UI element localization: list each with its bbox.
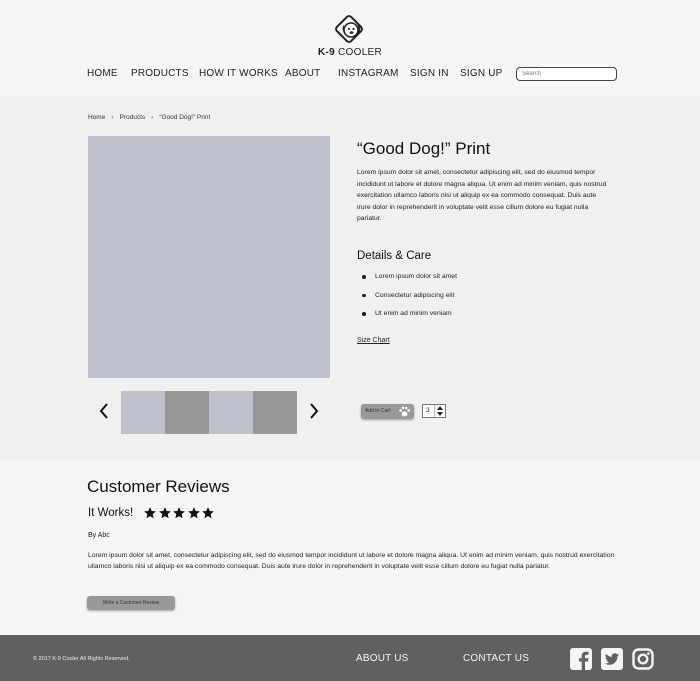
quantity-stepper[interactable]: 3 [422, 404, 446, 418]
product-thumbnail[interactable] [121, 391, 165, 434]
chevron-left-icon[interactable] [97, 401, 111, 421]
breadcrumb-home[interactable]: Home [88, 114, 105, 121]
chevron-right-icon: › [111, 114, 114, 121]
nav-sign-in[interactable]: SIGN IN [410, 68, 449, 79]
review-body: Lorem ipsum dolor sit amet, consectetur … [88, 552, 615, 570]
instagram-icon[interactable] [632, 648, 654, 670]
breadcrumb: Home › Products › “Good Dog!” Print [88, 114, 210, 121]
facebook-icon[interactable] [570, 648, 592, 670]
review-author: By Abc [88, 532, 110, 539]
twitter-icon[interactable] [601, 648, 623, 670]
star-icon [144, 507, 156, 519]
site-footer: © 2017 K-9 Cooler All Rights Reserved. A… [0, 635, 700, 681]
thumbnail-strip [121, 391, 297, 434]
nav-products[interactable]: PRODUCTS [131, 68, 189, 79]
size-chart-link[interactable]: Size Chart [357, 337, 390, 344]
footer-contact-us-link[interactable]: CONTACT US [463, 653, 529, 664]
product-thumbnail[interactable] [253, 391, 297, 434]
add-to-cart-button[interactable]: Add to Cart [361, 404, 414, 419]
star-rating [143, 506, 216, 520]
nav-sign-up[interactable]: SIGN UP [460, 68, 503, 79]
details-item: Consectetur adipiscing elit [357, 289, 457, 308]
dog-logo-icon[interactable] [332, 14, 368, 48]
paw-icon [399, 406, 410, 417]
site-header: K-9 COOLER HOME PRODUCTS HOW IT WORKS AB… [0, 0, 700, 96]
nav-how-it-works[interactable]: HOW IT WORKS [199, 68, 278, 79]
copyright-text: © 2017 K-9 Cooler All Rights Reserved. [33, 656, 130, 662]
star-icon [173, 507, 185, 519]
star-icon [202, 507, 214, 519]
breadcrumb-current: “Good Dog!” Print [159, 114, 211, 121]
quantity-value: 3 [426, 407, 430, 414]
details-list: Lorem ipsum dolor sit amet Consectetur a… [357, 270, 457, 326]
brand-name[interactable]: K-9 COOLER [0, 47, 700, 58]
decrement-arrow-icon[interactable] [437, 412, 443, 416]
details-heading: Details & Care [357, 250, 432, 262]
reviews-heading: Customer Reviews [87, 477, 230, 496]
product-thumbnail[interactable] [165, 391, 209, 434]
nav-instagram[interactable]: INSTAGRAM [338, 68, 399, 79]
chevron-right-icon[interactable] [307, 401, 321, 421]
product-main-image [88, 136, 330, 378]
stepper-divider [434, 405, 435, 417]
chevron-right-icon: › [151, 114, 154, 121]
search-input[interactable] [516, 67, 617, 81]
write-review-button[interactable]: Write a Customer Review [87, 596, 175, 610]
breadcrumb-products[interactable]: Products [120, 114, 146, 121]
star-icon [187, 507, 200, 519]
increment-arrow-icon[interactable] [437, 406, 443, 410]
product-description: Lorem ipsum dolor sit amet, consectetur … [357, 169, 607, 222]
details-item: Ut enim ad minim veniam [357, 307, 457, 326]
details-item: Lorem ipsum dolor sit amet [357, 270, 457, 289]
product-thumbnail[interactable] [209, 391, 253, 434]
product-title: “Good Dog!” Print [357, 139, 491, 158]
nav-home[interactable]: HOME [87, 68, 118, 79]
star-icon [158, 507, 171, 519]
nav-about[interactable]: ABOUT [285, 68, 320, 79]
footer-about-us-link[interactable]: ABOUT US [356, 653, 409, 664]
add-to-cart-label: Add to Cart [365, 408, 391, 414]
review-title: It Works! [88, 507, 134, 519]
